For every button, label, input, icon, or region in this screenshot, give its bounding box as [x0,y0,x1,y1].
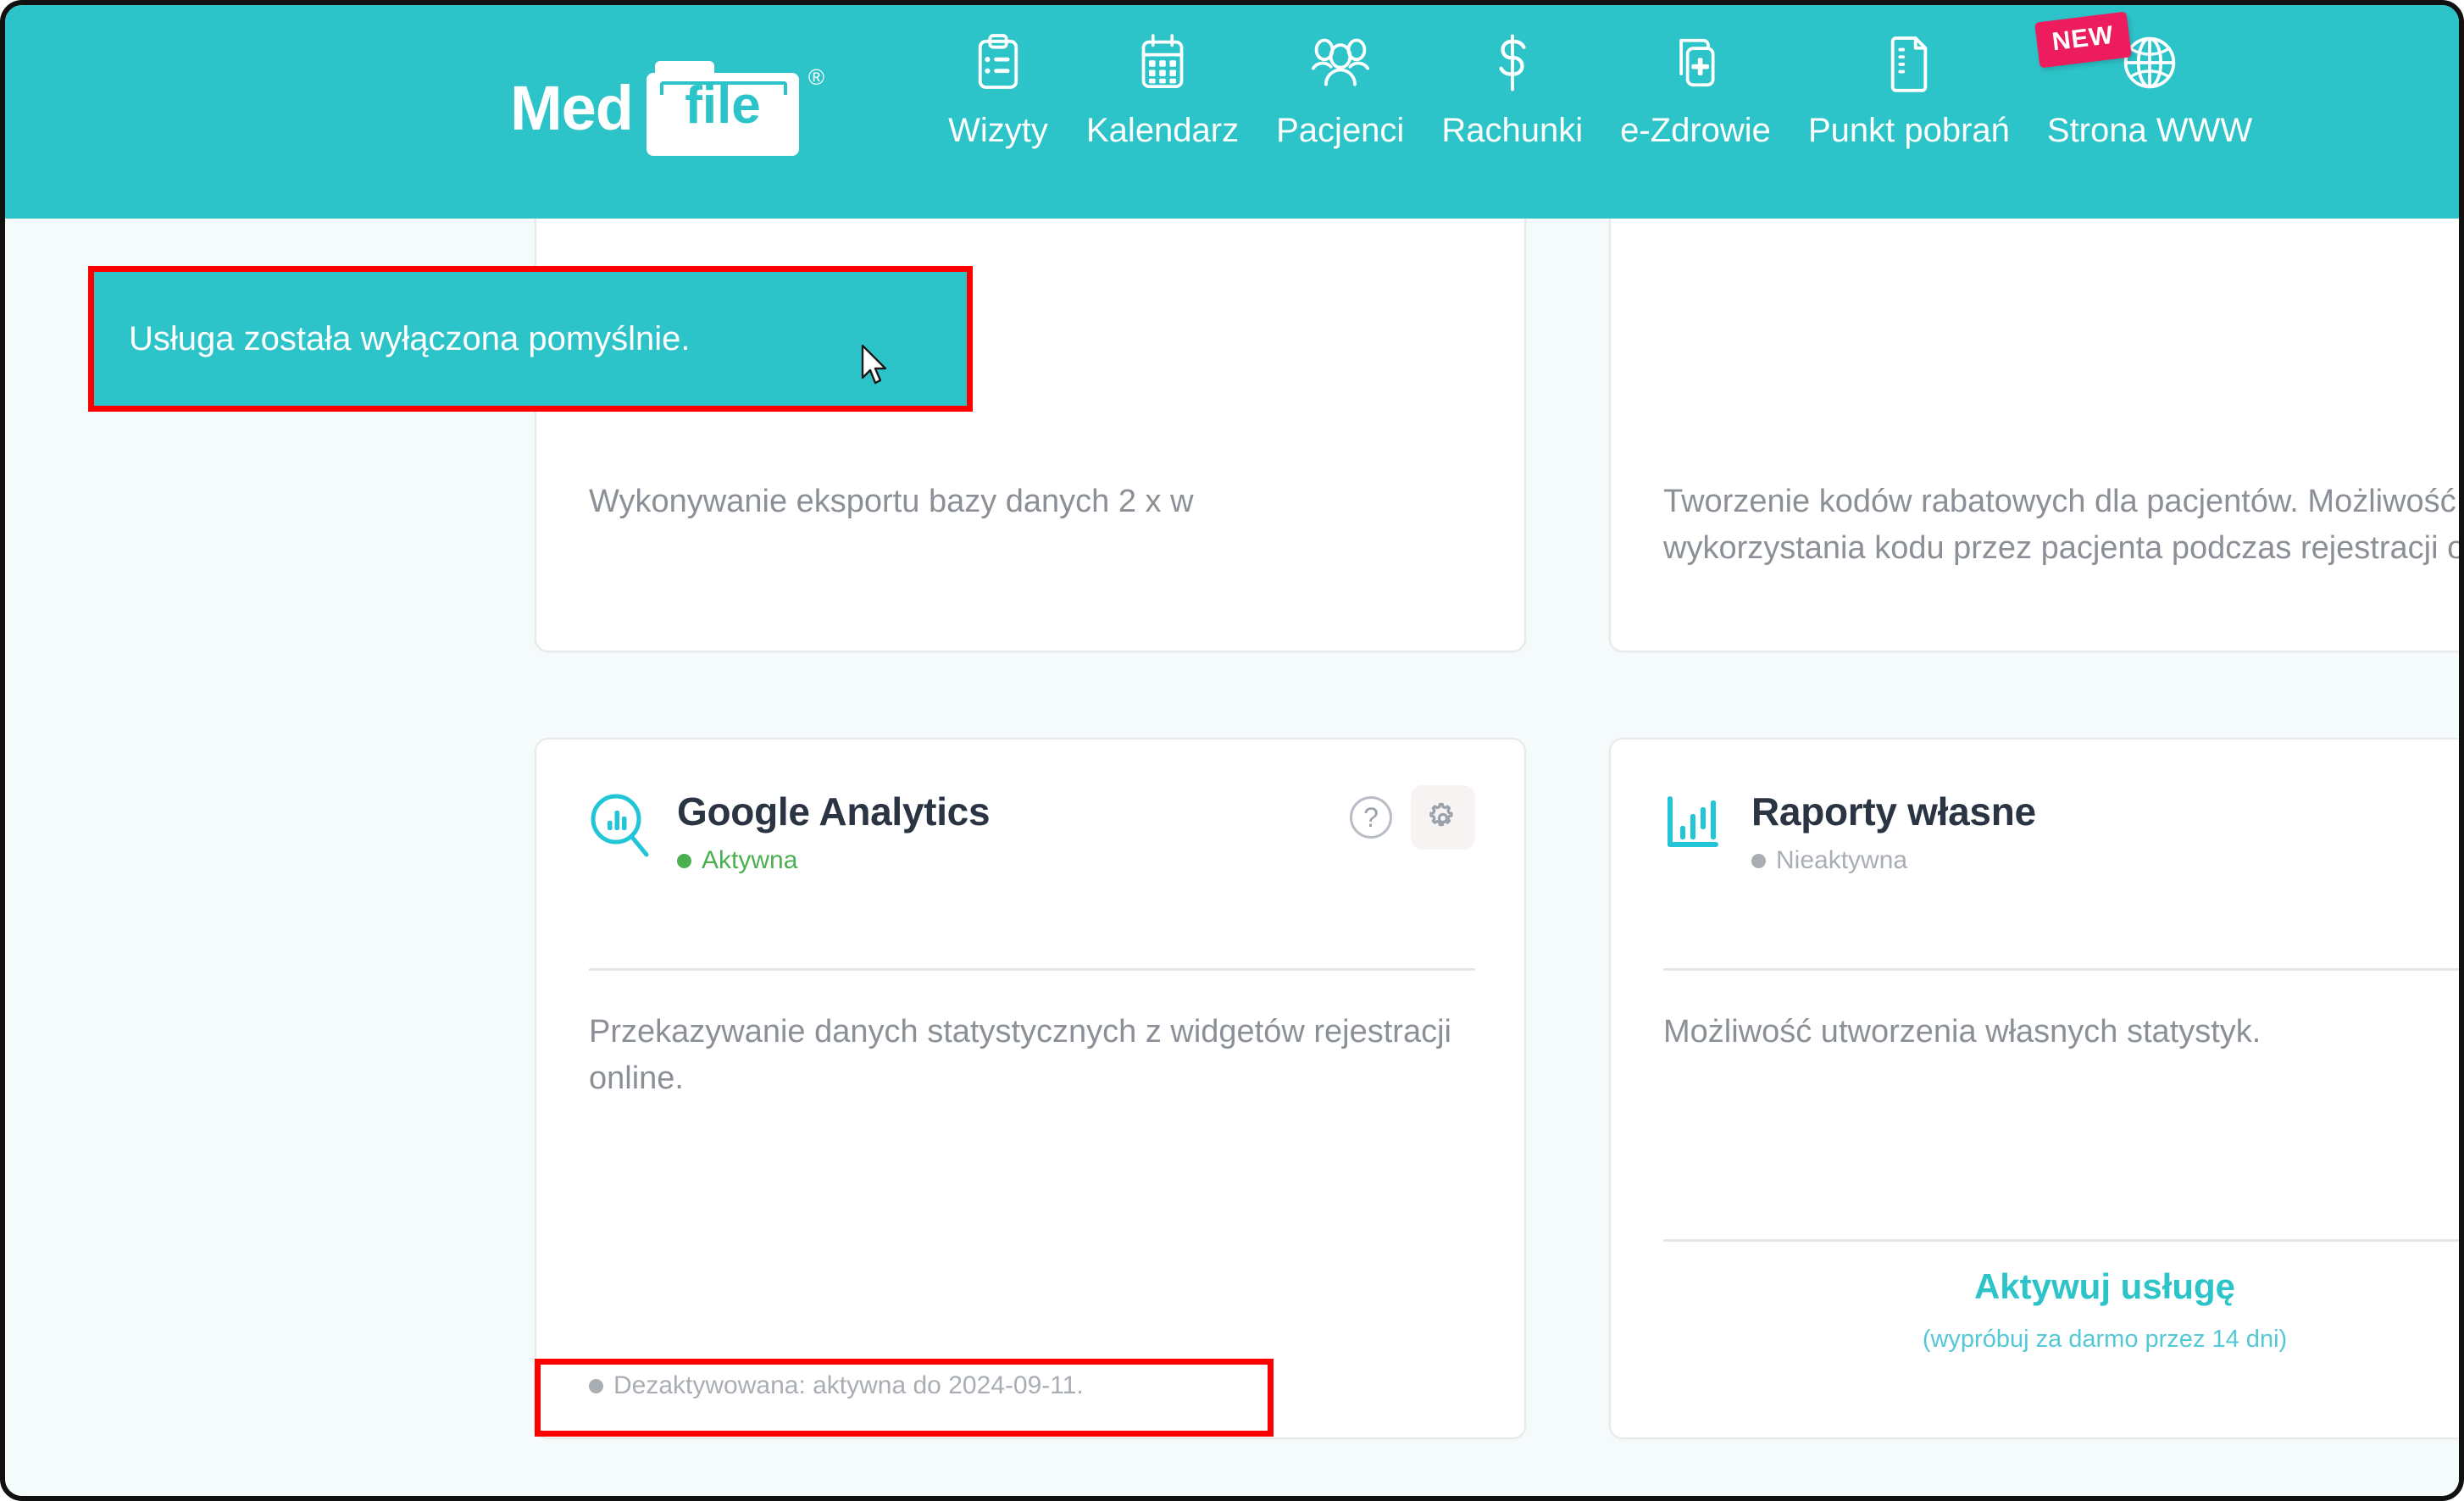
nav-label: Rachunki [1441,112,1584,149]
footer-status-label: Dezaktywowana: aktywna do 2024-09-11. [613,1371,1084,1399]
card-divider-bottom [1663,1239,2459,1242]
logo-text-file: file [685,76,761,135]
new-badge: NEW [2034,11,2132,69]
analytics-search-icon [589,792,653,858]
registered-trademark-icon: ® [807,64,824,90]
service-card-google-analytics[interactable]: Google Analytics Aktywna ? Przekazywanie… [535,738,1526,1439]
question-circle-icon[interactable]: ? [1350,796,1392,839]
notification-toast-wrapper: Usługa została wyłączona pomyślnie. [88,268,969,410]
notification-toast-message: Usługa została wyłączona pomyślnie. [129,319,691,357]
activate-service-button[interactable]: Aktywuj usługę [1611,1266,2459,1307]
logo-folder-mark: file ® [647,61,824,156]
status-label: Aktywna [702,846,798,874]
status-label: Nieaktywna [1776,846,1908,874]
card-footer-status: Dezaktywowana: aktywna do 2024-09-11. [589,1371,1084,1400]
card-header: Google Analytics Aktywna [589,789,1477,916]
clipboard-list-icon [974,29,1023,97]
status-badge: Aktywna [677,846,797,875]
nav-label: Punkt pobrań [1807,112,2010,149]
status-dot [1751,853,1766,868]
nav-label: Kalendarz [1086,112,1240,149]
nav-label: e-Zdrowie [1620,112,1771,149]
status-dot [589,1378,603,1393]
nav-item-strona-www[interactable]: NEW Strona WWW [2034,11,2253,149]
medfile-logo[interactable]: Med file ® [510,49,866,168]
card-title: Google Analytics [677,789,991,834]
people-group-icon [1310,29,1371,97]
nav-label: Wizyty [948,112,1048,149]
nav-item-e-zdrowie[interactable]: e-Zdrowie [1620,29,1771,149]
card-title: Raporty własne [1751,789,2036,834]
card-actions: ? [1350,785,1475,850]
service-card-raporty-wlasne[interactable]: Raporty własne Nieaktywna Możliwość utwo… [1609,738,2459,1439]
logo-text-med: Med [510,73,634,143]
app-window: Wykonywanie eksportu bazy danych 2 x w T… [0,0,2464,1501]
card-divider [589,968,1475,971]
card-description: Tworzenie kodów rabatowych dla pacjentów… [1663,484,2464,567]
nav-item-pacjenci[interactable]: Pacjenci [1276,29,1404,149]
medical-card-plus-icon [1670,29,1721,97]
nav-label: Strona WWW [2046,112,2253,149]
app-header: Med file ® Wizyty Kalendarz Pacjenci Rac… [5,5,2459,219]
dollar-sign-icon [1493,29,1532,97]
nav-item-punkt-pobran[interactable]: Punkt pobrań [1808,29,2010,149]
nav-item-rachunki[interactable]: Rachunki [1441,29,1583,149]
main-content: Wykonywanie eksportu bazy danych 2 x w T… [5,49,2464,1496]
status-badge: Nieaktywna [1751,846,1907,875]
calendar-icon [1137,29,1188,97]
card-description: Wykonywanie eksportu bazy danych 2 x w [589,484,1194,519]
main-navigation: Wizyty Kalendarz Pacjenci Rachunki e-Zdr… [929,11,2271,190]
nav-label: Pacjenci [1276,112,1405,149]
card-divider [1663,968,2459,971]
activate-service-block: Aktywuj usługę (wypróbuj za darmo przez … [1611,1266,2459,1354]
status-dot [677,853,691,868]
gear-icon[interactable] [1411,785,1475,850]
card-description: Przekazywanie danych statystycznych z wi… [589,1014,1451,1097]
nav-item-wizyty[interactable]: Wizyty [947,29,1049,149]
card-header: Raporty własne Nieaktywna [1663,789,2459,916]
card-description: Możliwość utworzenia własnych statystyk. [1663,1014,2261,1050]
activate-trial-note[interactable]: (wypróbuj za darmo przez 14 dni) [1611,1326,2459,1354]
notification-toast[interactable]: Usługa została wyłączona pomyślnie. [88,268,969,410]
bar-chart-icon [1663,792,1728,858]
nav-item-kalendarz[interactable]: Kalendarz [1086,29,1239,149]
document-lines-icon [1886,29,1932,97]
